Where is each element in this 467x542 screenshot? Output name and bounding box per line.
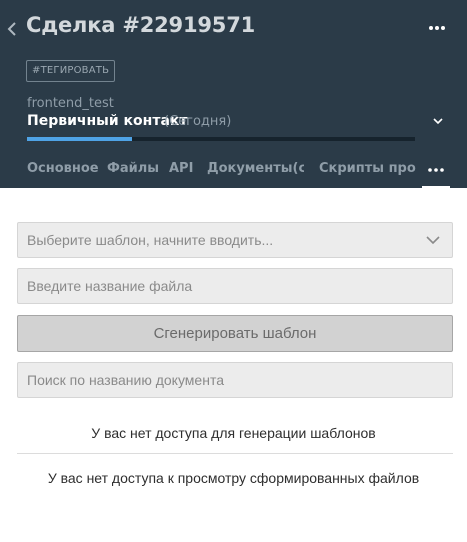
- header-more-button[interactable]: [426, 20, 448, 36]
- chevron-down-icon: [426, 236, 440, 245]
- tabs-more-button[interactable]: [422, 152, 450, 188]
- tab-main[interactable]: Основное: [27, 161, 99, 176]
- filename-input[interactable]: [17, 268, 453, 304]
- stage-date: (Сегодня): [164, 114, 232, 129]
- tab-api[interactable]: API: [169, 161, 193, 176]
- tab-bar: Основное Файлы API Документы(сч Скрипты …: [0, 152, 467, 188]
- stage-progress-fill: [27, 137, 132, 141]
- generate-template-button[interactable]: Сгенерировать шаблон: [17, 315, 453, 352]
- chevron-down-icon: [433, 118, 443, 125]
- tab-sales-scripts[interactable]: Скрипты прода: [319, 161, 416, 176]
- chevron-left-icon: [7, 22, 16, 36]
- template-select[interactable]: Выберите шаблон, начните вводить...: [17, 222, 453, 258]
- back-button[interactable]: [6, 19, 20, 39]
- deal-header: Сделка #22919571 #ТЕГИРОВАТЬ frontend_te…: [0, 0, 467, 188]
- document-search-input[interactable]: [17, 362, 453, 398]
- stage-selector[interactable]: Первичный контакт (Сегодня): [27, 113, 447, 133]
- active-tab-indicator: [422, 186, 450, 188]
- tab-documents[interactable]: Документы(сч: [207, 161, 304, 176]
- deal-title: Сделка #22919571: [26, 13, 256, 37]
- pipeline-name: frontend_test: [27, 96, 114, 111]
- more-horizontal-icon: [428, 168, 444, 172]
- divider: [17, 453, 453, 454]
- stage-progress-bar: [27, 137, 415, 141]
- no-generate-access-message: У вас нет доступа для генерации шаблонов: [91, 425, 376, 441]
- more-horizontal-icon: [429, 26, 445, 30]
- template-select-placeholder: Выберите шаблон, начните вводить...: [27, 232, 274, 248]
- tab-files[interactable]: Файлы: [107, 161, 159, 176]
- no-view-access-message: У вас нет доступа к просмотру сформирова…: [47, 470, 420, 486]
- tag-button[interactable]: #ТЕГИРОВАТЬ: [26, 60, 116, 82]
